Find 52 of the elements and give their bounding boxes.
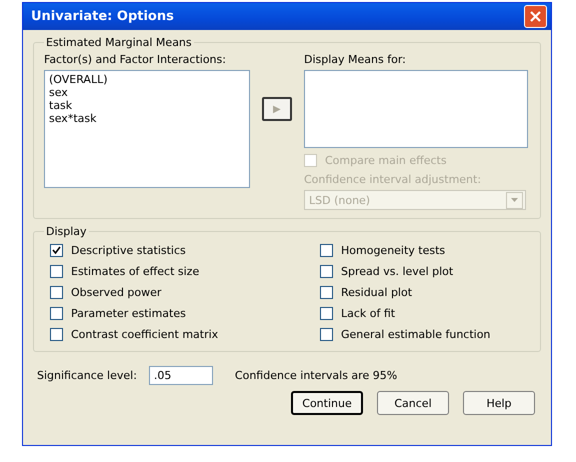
checkbox-label: Observed power <box>71 286 162 299</box>
checkbox-box[interactable] <box>50 307 63 320</box>
group-title: Estimated Marginal Means <box>46 36 192 49</box>
checkbox[interactable]: Homogeneity tests <box>320 242 530 259</box>
checkbox-box[interactable] <box>320 307 333 320</box>
list-item[interactable]: task <box>49 99 245 112</box>
checkbox-box[interactable] <box>320 244 333 257</box>
interval-note: Confidence intervals are 95% <box>234 369 398 382</box>
checkbox-label: General estimable function <box>341 328 490 341</box>
list-label: Display Means for: <box>304 53 407 66</box>
significance-field[interactable]: .05 <box>148 366 213 385</box>
checkbox[interactable]: Residual plot <box>320 284 530 301</box>
checkbox-label: Contrast coefficient matrix <box>71 328 218 341</box>
checkbox-box[interactable] <box>320 328 333 341</box>
checkbox-box[interactable] <box>50 244 63 257</box>
checkbox-label: Parameter estimates <box>71 307 186 320</box>
group-title: Display <box>46 225 87 238</box>
means-list[interactable] <box>304 70 528 148</box>
checkbox-label: Estimates of effect size <box>71 265 200 278</box>
checkbox[interactable]: Descriptive statistics <box>50 242 320 259</box>
close-icon <box>530 11 541 22</box>
field-label: Significance level: <box>37 369 137 382</box>
checkbox[interactable]: General estimable function <box>320 326 530 343</box>
checkbox[interactable]: Parameter estimates <box>50 305 320 322</box>
window-title: Univariate: Options <box>31 9 174 24</box>
checkbox[interactable]: Spread vs. level plot <box>320 263 530 280</box>
close-button[interactable] <box>524 5 547 28</box>
checkbox[interactable]: Observed power <box>50 284 320 301</box>
list-item[interactable]: (OVERALL) <box>49 73 245 86</box>
list-label: Factor(s) and Factor Interactions: <box>44 53 227 66</box>
checkbox-box[interactable] <box>50 328 63 341</box>
checkbox-label: Compare main effects <box>325 154 447 167</box>
factor-list[interactable]: (OVERALL) sex task sex*task <box>44 70 250 188</box>
checkbox-box[interactable] <box>50 265 63 278</box>
checkbox[interactable]: Estimates of effect size <box>50 263 320 280</box>
checkbox-box[interactable] <box>320 265 333 278</box>
list-item[interactable]: sex <box>49 86 245 99</box>
checkbox[interactable]: Lack of fit <box>320 305 530 322</box>
checkbox-box[interactable] <box>50 286 63 299</box>
checkbox-label: Spread vs. level plot <box>341 265 454 278</box>
dialog-button[interactable]: Continue <box>291 391 363 415</box>
caret-icon <box>511 198 518 202</box>
list-item[interactable]: sex*task <box>49 112 245 125</box>
dialog-button[interactable]: Cancel <box>377 391 449 415</box>
checkbox-label: Residual plot <box>341 286 412 299</box>
select-label: Confidence interval adjustment: <box>304 173 482 186</box>
checkbox-box[interactable] <box>320 286 333 299</box>
checkbox-label: Lack of fit <box>341 307 396 320</box>
checkbox-label: Homogeneity tests <box>341 244 446 257</box>
checkbox-label: Descriptive statistics <box>71 244 186 257</box>
dialog-button[interactable]: Help <box>463 391 535 415</box>
checkbox[interactable]: Contrast coefficient matrix <box>50 326 320 343</box>
